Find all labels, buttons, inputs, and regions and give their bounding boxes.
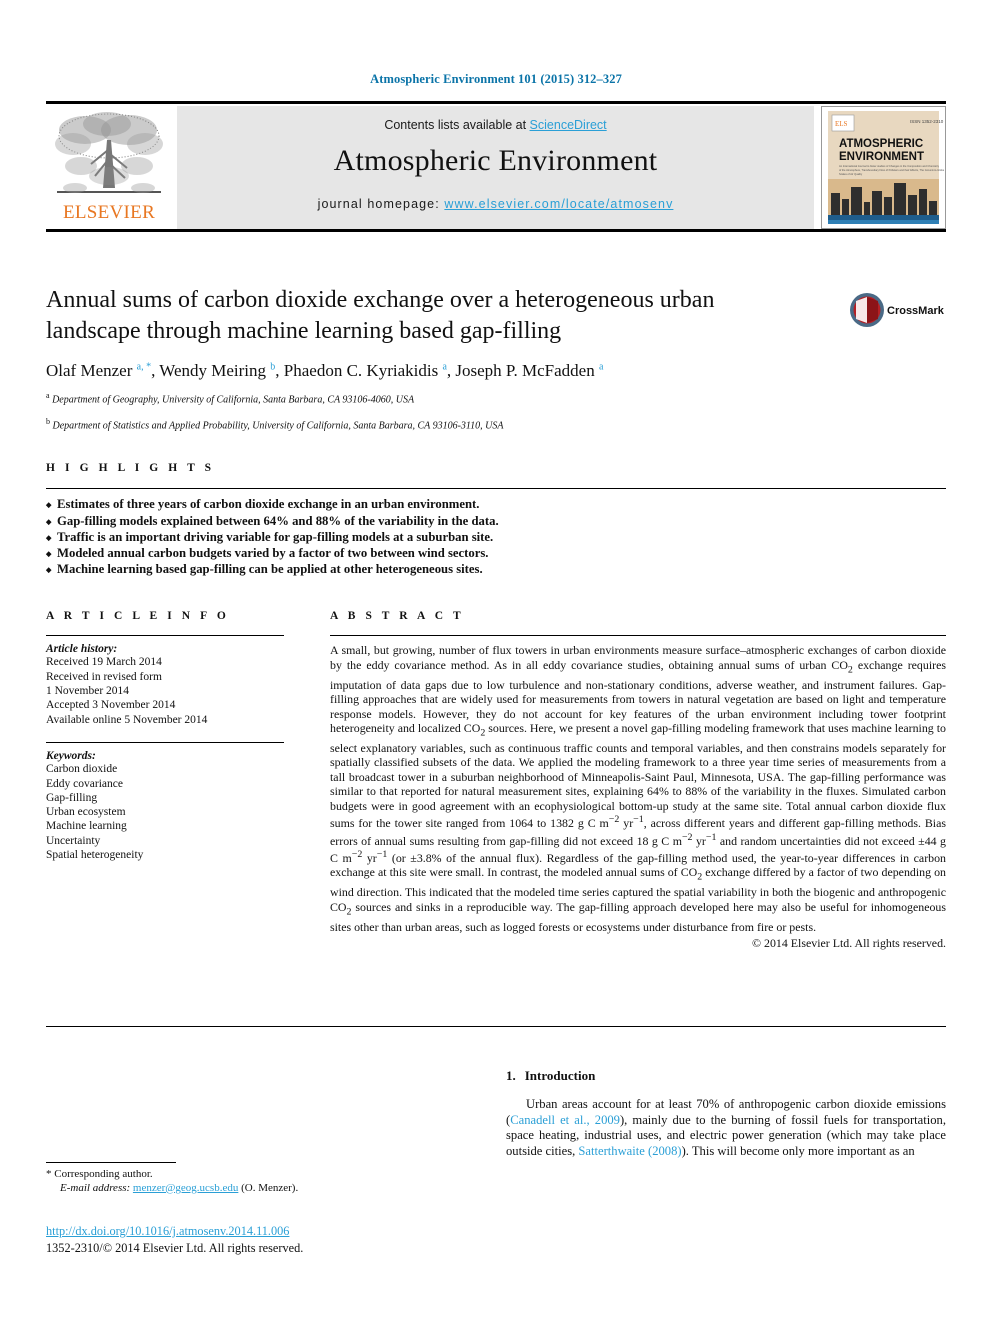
article-history-label: Article history: [46,643,118,656]
svg-text:ISSN 1352-2310: ISSN 1352-2310 [910,119,944,124]
elsevier-logo: ELSEVIER [46,106,172,229]
introduction-body: Urban areas account for at least 70% of … [506,1097,946,1158]
author-list: Olaf Menzer a, *, Wendy Meiring b, Phaed… [46,361,604,380]
sciencedirect-link[interactable]: ScienceDirect [530,118,607,132]
list-item: Carbon dioxide [46,763,118,776]
list-item: Traffic is an important driving variable… [46,529,946,547]
svg-text:ELS: ELS [835,120,848,128]
email-note: E-mail address: menzer@geog.ucsb.edu (O.… [46,1182,466,1196]
author-email-link[interactable]: menzer@geog.ucsb.edu [133,1182,238,1194]
list-item: Estimates of three years of carbon dioxi… [46,496,946,514]
abstract-rule [330,635,946,637]
list-item: Modeled annual carbon budgets varied by … [46,545,946,563]
highlights-heading: H I G H L I G H T S [46,462,215,474]
article-header: Annual sums of carbon dioxide exchange o… [46,285,946,433]
masthead-bottom-rule [46,229,946,232]
list-item: Gap-filling models explained between 64%… [46,513,946,531]
doi-block: http://dx.doi.org/10.1016/j.atmosenv.201… [46,1222,546,1256]
svg-text:of the Atmosphere, Transbounda: of the Atmosphere, Transboundary Flow of… [839,168,945,172]
email-suffix: (O. Menzer). [241,1181,299,1194]
article-history-line: Received 19 March 2014 [46,656,162,669]
list-item: Gap-filling [46,791,98,804]
journal-homepage-line: journal homepage: www.elsevier.com/locat… [177,197,814,211]
elsevier-wordmark: ELSEVIER [62,202,156,223]
svg-text:ATMOSPHERIC: ATMOSPHERIC [839,138,923,150]
article-history-line: Accepted 3 November 2014 [46,699,176,712]
article-history-line: 1 November 2014 [46,684,130,697]
journal-cover-thumbnail[interactable]: ELS ISSN 1352-2310 ATMOSPHERIC ENVIRONME… [821,106,946,229]
list-item: Machine learning based gap-filling can b… [46,561,946,579]
paper-page: Atmospheric Environment 101 (2015) 312–3… [0,0,992,1323]
article-info-rule [46,635,284,637]
article-history-line: Available online 5 November 2014 [46,713,208,726]
abstract-copyright: © 2014 Elsevier Ltd. All rights reserved… [752,935,946,950]
masthead-top-rule [46,101,946,104]
running-head: Atmospheric Environment 101 (2015) 312–3… [370,72,622,86]
affiliation-b-text: Department of Statistics and Applied Pro… [52,420,504,432]
list-item: Machine learning [46,820,127,833]
crossmark-label: CrossMark [887,305,944,317]
abstract-body: A small, but growing, number of flux tow… [330,643,946,934]
keywords-label: Keywords: [46,750,96,763]
list-item: Urban ecosystem [46,806,126,819]
journal-homepage-link[interactable]: www.elsevier.com/locate/atmosenv [444,197,673,211]
introduction-number: 1. [506,1068,516,1083]
list-item: Eddy covariance [46,777,123,790]
section-divider-rule [46,1026,946,1028]
introduction-heading: 1. Introduction [506,1068,946,1084]
highlights-list: Estimates of three years of carbon dioxi… [46,496,946,579]
article-history-line: Received in revised form [46,670,162,683]
email-label: E-mail address: [60,1181,131,1194]
affiliation-a: a Department of Geography, University of… [46,391,415,406]
highlights-rule [46,488,946,490]
journal-title: Atmospheric Environment [333,144,658,177]
issn-copyright-line: 1352-2310/© 2014 Elsevier Ltd. All right… [46,1241,304,1255]
footnote-rule [46,1162,176,1163]
article-info-heading: A R T I C L E I N F O [46,610,230,622]
corresponding-author-note: * Corresponding author. [46,1168,153,1180]
journal-masthead: ELSEVIER Contents lists available at Sci… [46,101,946,232]
journal-band: Contents lists available at ScienceDirec… [177,106,814,229]
elsevier-tree-icon [55,112,163,193]
abstract-heading: A B S T R A C T [330,610,465,622]
paper-title: Annual sums of carbon dioxide exchange o… [46,287,715,344]
list-item: Uncertainty [46,834,101,847]
keywords-rule [46,741,284,744]
doi-link[interactable]: http://dx.doi.org/10.1016/j.atmosenv.201… [46,1224,289,1238]
article-info-section: A R T I C L E I N F O Article history: R… [46,610,284,862]
footnote-block: * Corresponding author. E-mail address: … [46,1162,466,1195]
abstract-section: A B S T R A C T A small, but growing, nu… [330,610,946,951]
crossmark-badge[interactable]: CrossMark [849,292,945,334]
contents-prefix: Contents lists available at [384,118,530,132]
list-item: Spatial heterogeneity [46,849,144,862]
introduction-heading-text: Introduction [524,1068,596,1083]
highlights-section: H I G H L I G H T S Estimates of three y… [46,462,946,579]
affiliation-a-text: Department of Geography, University of C… [52,394,415,406]
cover-artwork: ELS ISSN 1352-2310 ATMOSPHERIC ENVIRONME… [822,107,945,228]
contents-available-line: Contents lists available at ScienceDirec… [177,118,814,132]
keywords-list: Carbon dioxide Eddy covariance Gap-filli… [46,762,284,862]
svg-text:An International Journal to fo: An International Journal to foster studi… [839,164,940,168]
homepage-prefix: journal homepage: [317,197,445,211]
affiliation-b: b Department of Statistics and Applied P… [46,416,504,432]
crossmark-icon [850,293,884,327]
introduction-section: 1. Introduction Urban areas account for a… [506,1068,946,1159]
svg-text:ENVIRONMENT: ENVIRONMENT [839,151,924,163]
svg-text:Scales of Air Quality: Scales of Air Quality [839,172,863,176]
